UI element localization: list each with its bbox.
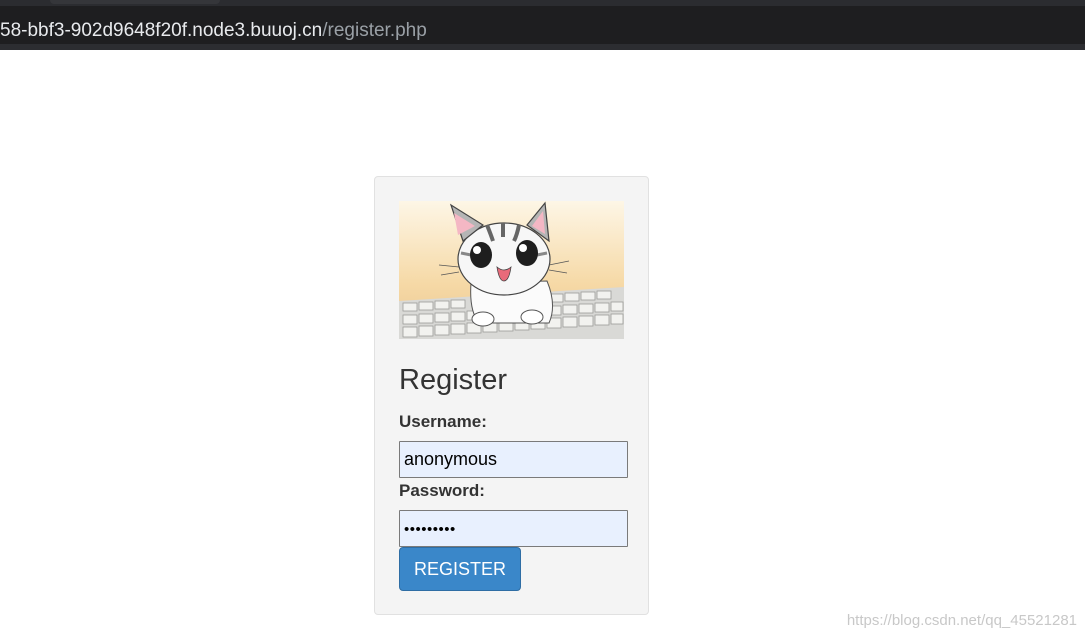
watermark: https://blog.csdn.net/qq_45521281: [846, 612, 1077, 629]
register-card: Register Username: anonymous Password: •…: [374, 176, 649, 615]
password-input[interactable]: •••••••••: [399, 510, 628, 547]
browser-chrome: 58-bbf3-902d9648f20f.node3.buuoj.cn/regi…: [0, 0, 1085, 50]
register-button[interactable]: REGISTER: [399, 547, 521, 591]
cat-keyboard-image: [399, 201, 624, 339]
username-input[interactable]: anonymous: [399, 441, 628, 478]
chrome-divider: [0, 44, 1085, 50]
page-title: Register: [399, 364, 507, 396]
url-path: /register.php: [322, 20, 427, 41]
browser-tab[interactable]: [50, 0, 220, 4]
address-bar[interactable]: 58-bbf3-902d9648f20f.node3.buuoj.cn/regi…: [0, 6, 1085, 44]
password-label: Password:: [399, 481, 485, 500]
username-label: Username:: [399, 412, 487, 431]
cat-illustration: [399, 201, 624, 339]
address-url[interactable]: 58-bbf3-902d9648f20f.node3.buuoj.cn/regi…: [0, 20, 427, 42]
password-mask: •••••••••: [404, 521, 456, 538]
url-host: 58-bbf3-902d9648f20f.node3.buuoj.cn: [0, 20, 323, 41]
